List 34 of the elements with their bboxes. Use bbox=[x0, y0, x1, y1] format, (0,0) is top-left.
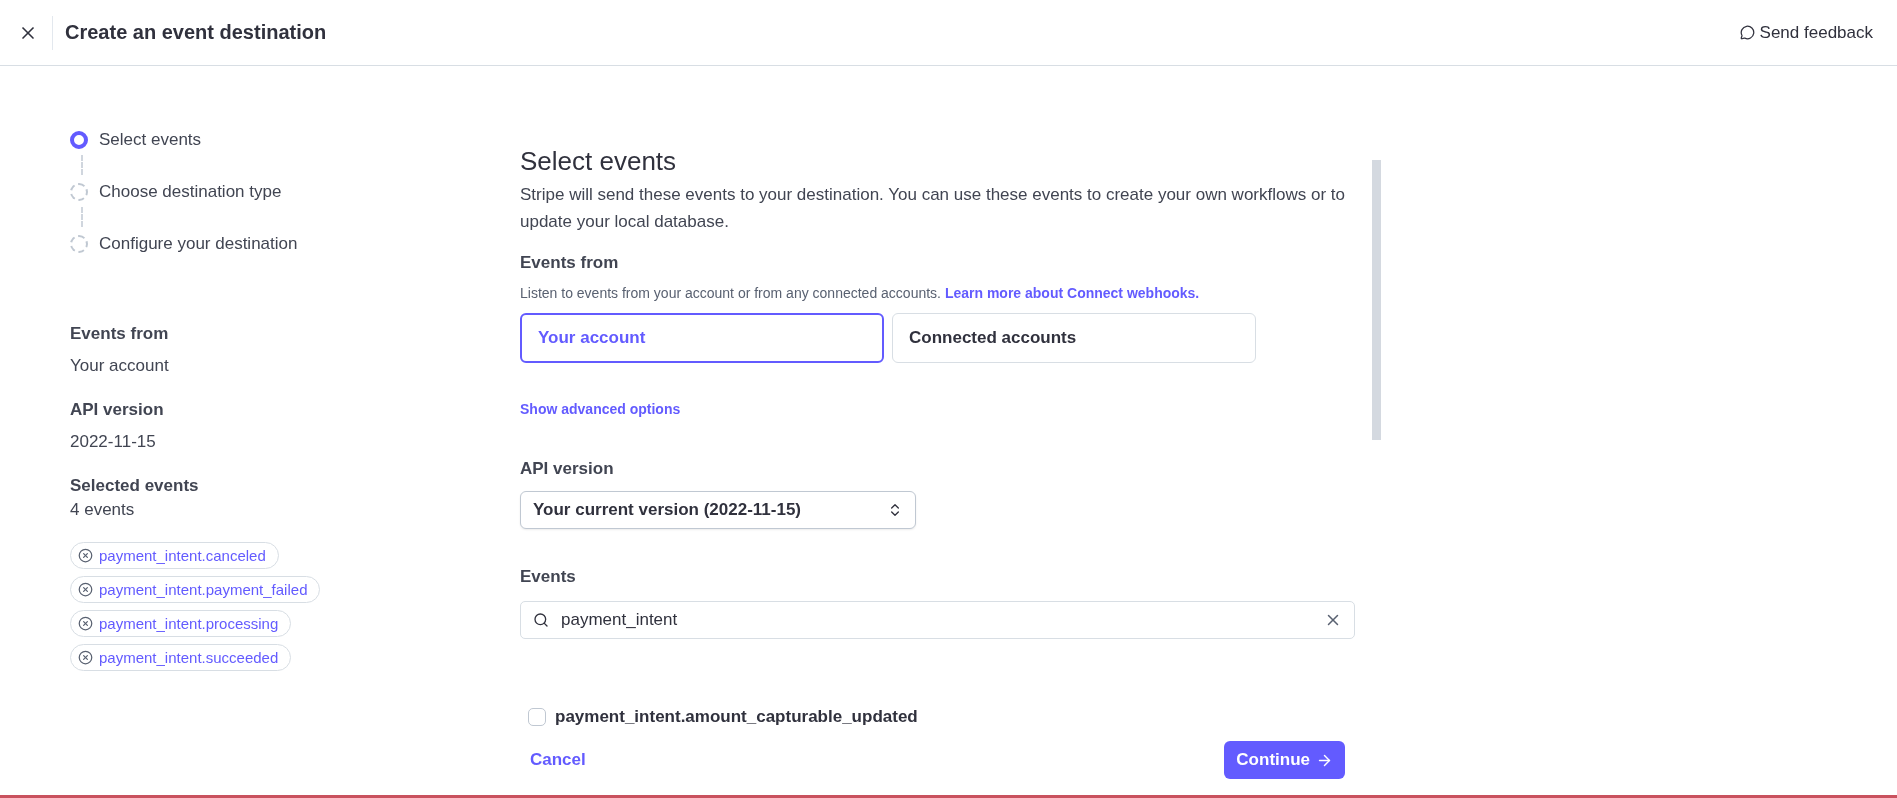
section-description: Stripe will send these events to your destination. You can use these events to create your own workflows or to update your local database. bbox=[520, 184, 1346, 233]
source-option[interactable]: Connected accounts bbox=[892, 313, 1256, 363]
advanced-options-link[interactable]: Show advanced options bbox=[520, 401, 681, 417]
field-label: Events from bbox=[520, 253, 620, 273]
summary-value: Your account bbox=[70, 356, 170, 376]
summary-label: Events from bbox=[70, 324, 170, 344]
remove-icon[interactable] bbox=[78, 582, 93, 597]
cancel-button[interactable]: Cancel bbox=[530, 750, 586, 770]
scrollbar[interactable] bbox=[1372, 160, 1381, 440]
continue-button[interactable]: Continue bbox=[1224, 741, 1345, 779]
summary-label: API version bbox=[70, 400, 165, 420]
summary-value: 4 events bbox=[70, 500, 136, 520]
checkbox[interactable] bbox=[528, 708, 546, 726]
api-version-select[interactable]: Your current version (2022-11-15) bbox=[520, 491, 916, 529]
event-name: payment_intent.amount_capturable_updated bbox=[555, 707, 918, 727]
step-label: Configure your destination bbox=[99, 234, 298, 254]
field-label: Events bbox=[520, 567, 577, 587]
section-title: Select events bbox=[520, 146, 678, 177]
field-hint: Listen to events from your account or from any connected accounts. Learn more about Connect webhooks. bbox=[520, 285, 1201, 301]
remove-icon[interactable] bbox=[78, 548, 93, 563]
source-option[interactable]: Your account bbox=[520, 313, 884, 363]
field-label: API version bbox=[520, 459, 615, 479]
search-field[interactable]: payment_intent bbox=[520, 601, 1355, 639]
summary-value: 2022-11-15 bbox=[70, 432, 157, 452]
step-label: Select events bbox=[99, 130, 202, 150]
page-title: Create an event destination bbox=[65, 21, 328, 44]
step-label: Choose destination type bbox=[99, 182, 282, 202]
speech-bubble-icon bbox=[1739, 25, 1755, 40]
send-feedback-button[interactable]: Send feedback bbox=[1733, 21, 1879, 44]
connect-webhooks-link[interactable]: Learn more about Connect webhooks. bbox=[944, 285, 1200, 301]
summary-label: Selected events bbox=[70, 476, 200, 496]
remove-icon[interactable] bbox=[78, 650, 93, 665]
remove-icon[interactable] bbox=[78, 616, 93, 631]
search-icon bbox=[533, 612, 549, 628]
